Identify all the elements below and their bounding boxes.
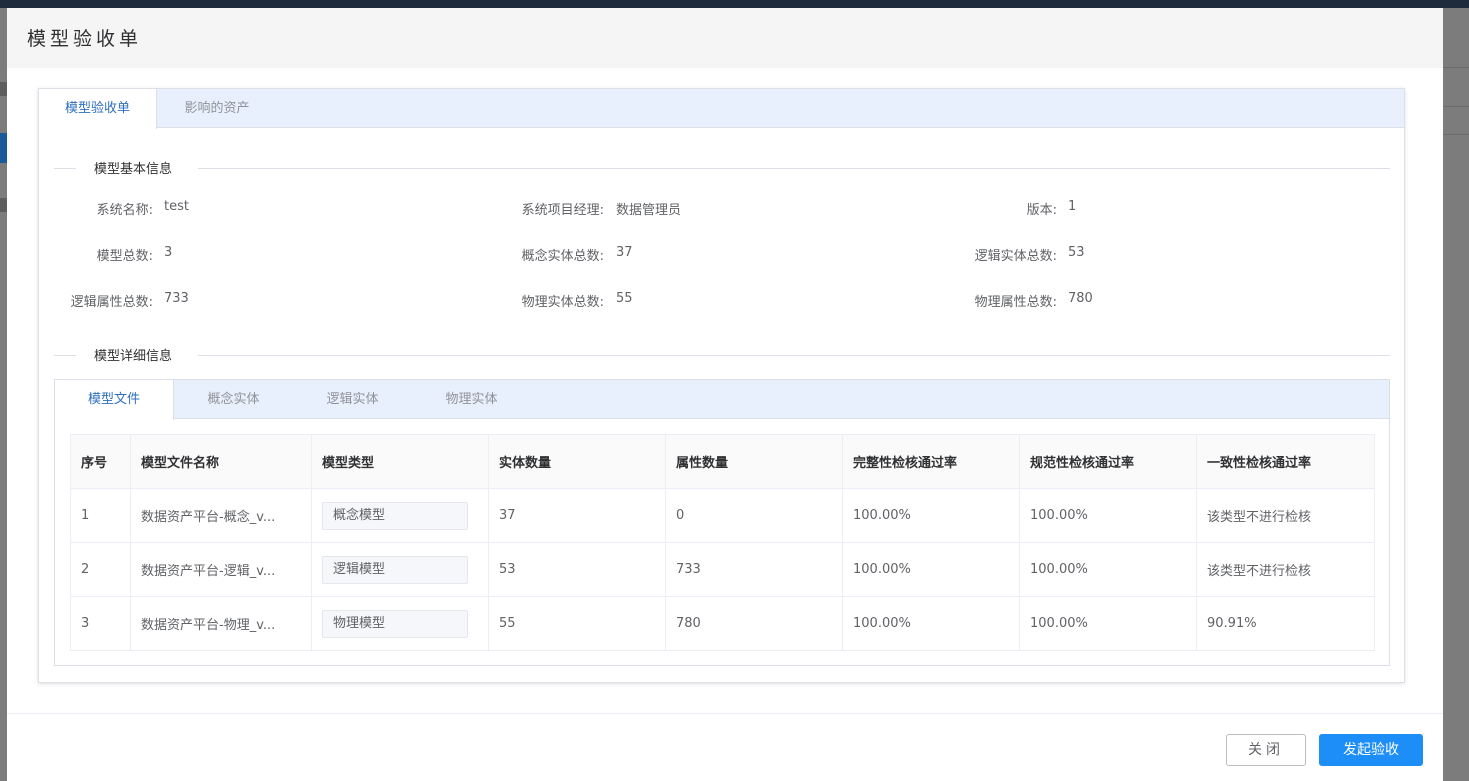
row-index: 3 (70, 596, 131, 651)
divider-line (54, 355, 76, 356)
standard-rate: 100.00% (1019, 596, 1197, 651)
model-type-field: 逻辑模型 (322, 555, 468, 584)
acceptance-dialog: 模型验收单 模型验收单 影响的资产 模型基本信息 系统名称: test 系统项目… (7, 8, 1443, 781)
dialog-title: 模型验收单 (27, 28, 143, 50)
model-type-field: 概念模型 (322, 501, 468, 530)
section-title: 模型详细信息 (94, 349, 173, 364)
model-type-field: 物理模型 (322, 609, 468, 638)
tab-model-files[interactable]: 模型文件 (55, 380, 174, 420)
dialog-header: 模型验收单 (7, 8, 1443, 68)
model-file-table: 序号 模型文件名称 模型类型 实体数量 属性数量 完整性检核通过率 规范性检核通… (70, 434, 1375, 651)
project-manager-value: 数据管理员 (616, 203, 682, 218)
column-header: 一致性检核通过率 (1196, 434, 1375, 489)
background-divider (1443, 106, 1469, 107)
main-tab-bar: 模型验收单 影响的资产 (39, 89, 1404, 129)
attribute-count: 733 (665, 542, 843, 597)
concept-entity-total-label: 概念实体总数: (521, 249, 604, 264)
model-type-cell: 概念模型 (311, 488, 489, 543)
model-file-name: 数据资产平台-物理_v... (130, 596, 312, 651)
physical-entity-total-value: 55 (616, 291, 633, 306)
basic-info-heading: 模型基本信息 (54, 158, 1390, 178)
table-header-row: 序号 模型文件名称 模型类型 实体数量 属性数量 完整性检核通过率 规范性检核通… (70, 434, 1375, 489)
logic-attr-total-label: 逻辑属性总数: (70, 295, 153, 310)
section-title: 模型基本信息 (94, 162, 173, 177)
model-type-cell: 逻辑模型 (311, 542, 489, 597)
consistency-rate: 90.91% (1196, 596, 1375, 651)
detail-tab-bar: 模型文件 概念实体 逻辑实体 物理实体 (55, 380, 1389, 420)
entity-count: 53 (488, 542, 666, 597)
table-row: 1 数据资产平台-概念_v... 概念模型 37 0 100.00% 100.0… (70, 488, 1375, 543)
detail-tab-card: 模型文件 概念实体 逻辑实体 物理实体 序号 模型文件名称 模型类型 实体数量 … (54, 379, 1390, 666)
entity-count: 55 (488, 596, 666, 651)
entity-count: 37 (488, 488, 666, 543)
tab-concept-entities[interactable]: 概念实体 (174, 380, 293, 419)
completeness-rate: 100.00% (842, 596, 1020, 651)
tab-logic-entities[interactable]: 逻辑实体 (293, 380, 412, 419)
concept-entity-total-value: 37 (616, 245, 633, 260)
version-value: 1 (1068, 199, 1077, 214)
background-sidebar-chip (0, 133, 7, 163)
standard-rate: 100.00% (1019, 542, 1197, 597)
system-name-label: 系统名称: (96, 203, 153, 218)
background-divider (1443, 67, 1469, 68)
tab-physical-entities[interactable]: 物理实体 (412, 380, 531, 419)
background-sidebar-mark (0, 82, 7, 96)
table-row: 2 数据资产平台-逻辑_v... 逻辑模型 53 733 100.00% 100… (70, 542, 1375, 597)
version-label: 版本: (1026, 203, 1057, 218)
column-header: 规范性检核通过率 (1019, 434, 1197, 489)
footer-divider (7, 713, 1443, 714)
column-header: 序号 (70, 434, 131, 489)
model-type-cell: 物理模型 (311, 596, 489, 651)
divider-line (54, 168, 76, 169)
column-header: 实体数量 (488, 434, 666, 489)
consistency-rate: 该类型不进行检核 (1196, 488, 1375, 543)
project-manager-label: 系统项目经理: (521, 203, 604, 218)
model-file-name: 数据资产平台-逻辑_v... (130, 542, 312, 597)
detail-info-heading: 模型详细信息 (54, 345, 1390, 365)
row-index: 2 (70, 542, 131, 597)
background-divider (1443, 134, 1469, 135)
tab-affected-assets[interactable]: 影响的资产 (157, 89, 277, 128)
close-button[interactable]: 关闭 (1226, 734, 1306, 766)
attribute-count: 0 (665, 488, 843, 543)
model-file-name: 数据资产平台-概念_v... (130, 488, 312, 543)
model-total-label: 模型总数: (96, 249, 153, 264)
physical-attr-total-label: 物理属性总数: (974, 295, 1057, 310)
divider-line (198, 168, 1390, 169)
divider-line (198, 355, 1390, 356)
background-topbar (0, 0, 1469, 8)
column-header: 属性数量 (665, 434, 843, 489)
main-tab-card: 模型验收单 影响的资产 模型基本信息 系统名称: test 系统项目经理: 数据… (38, 88, 1405, 683)
logic-entity-total-value: 53 (1068, 245, 1085, 260)
column-header: 模型文件名称 (130, 434, 312, 489)
consistency-rate: 该类型不进行检核 (1196, 542, 1375, 597)
physical-entity-total-label: 物理实体总数: (521, 295, 604, 310)
tab-acceptance-form[interactable]: 模型验收单 (39, 89, 157, 129)
physical-attr-total-value: 780 (1068, 291, 1093, 306)
background-sidebar-mark (0, 198, 7, 212)
standard-rate: 100.00% (1019, 488, 1197, 543)
attribute-count: 780 (665, 596, 843, 651)
completeness-rate: 100.00% (842, 488, 1020, 543)
start-acceptance-button[interactable]: 发起验收 (1319, 734, 1423, 766)
row-index: 1 (70, 488, 131, 543)
completeness-rate: 100.00% (842, 542, 1020, 597)
table-row: 3 数据资产平台-物理_v... 物理模型 55 780 100.00% 100… (70, 596, 1375, 651)
column-header: 完整性检核通过率 (842, 434, 1020, 489)
column-header: 模型类型 (311, 434, 489, 489)
logic-entity-total-label: 逻辑实体总数: (974, 249, 1057, 264)
model-total-value: 3 (164, 245, 173, 260)
system-name-value: test (164, 199, 189, 214)
logic-attr-total-value: 733 (164, 291, 189, 306)
